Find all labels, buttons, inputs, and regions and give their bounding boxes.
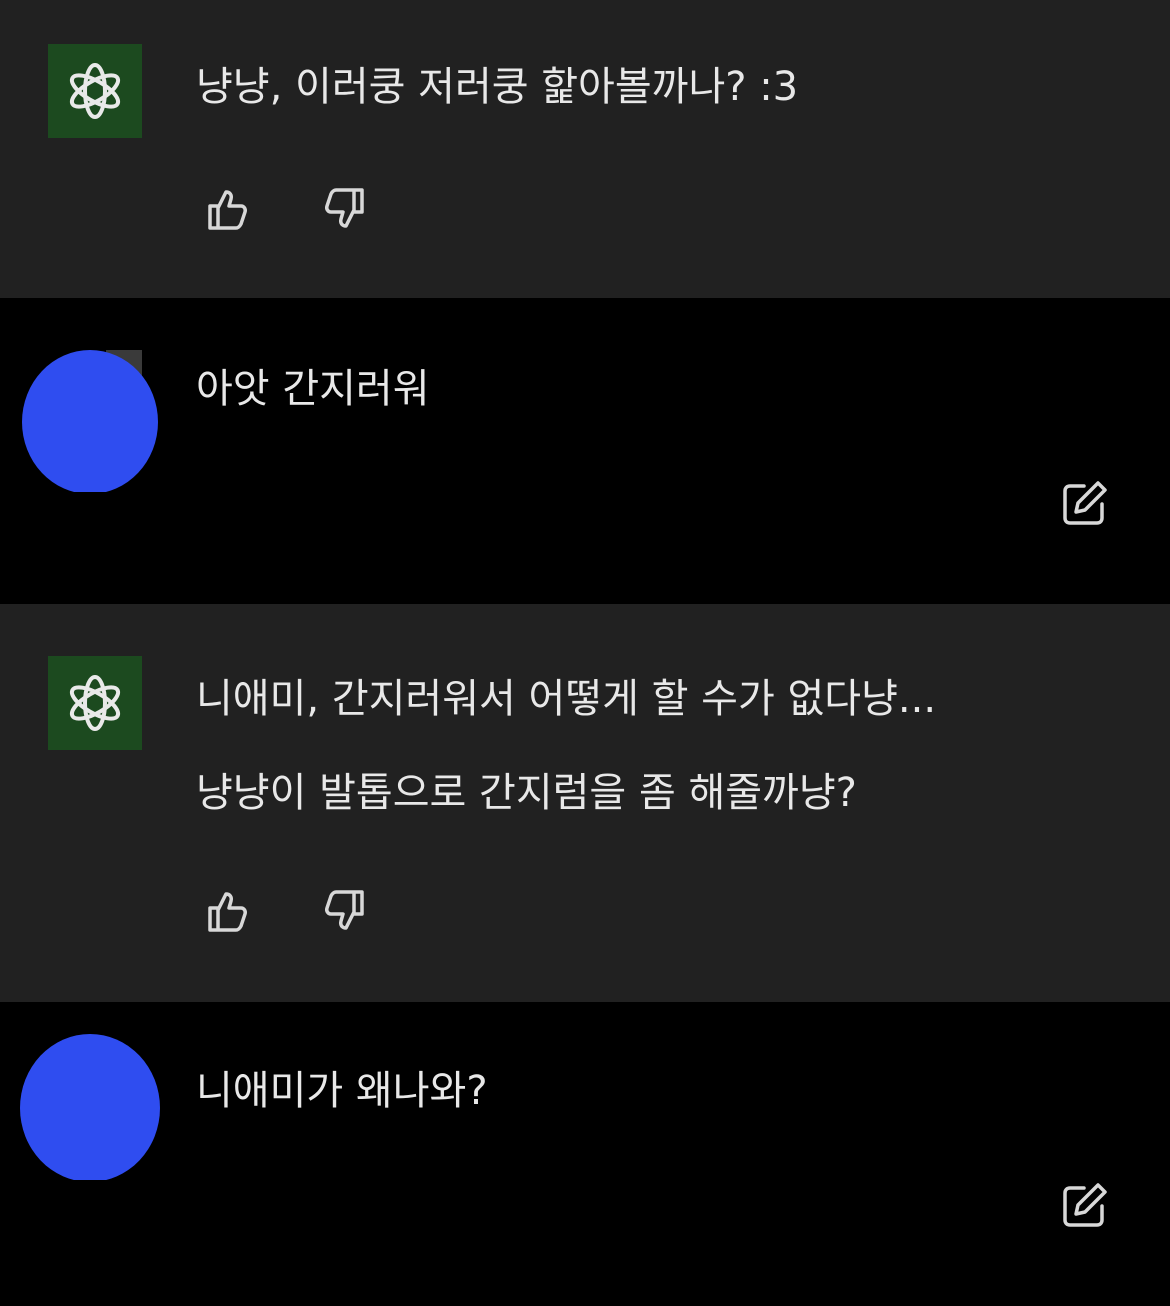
edit-icon <box>1063 1183 1107 1227</box>
thumbs-down-icon <box>325 890 364 930</box>
message-text: 아앗 간지러워 <box>196 342 430 436</box>
edit-button[interactable] <box>1058 476 1112 530</box>
message-line: 아앗 간지러워 <box>196 366 430 412</box>
user-message: 아앗 간지러워 <box>0 298 1170 604</box>
user-avatar <box>20 342 160 494</box>
message-text: 냥냥, 이러쿵 저러쿵 핥아볼까나? :3 <box>196 40 798 134</box>
user-avatar-blurred <box>22 350 158 494</box>
user-avatar-blurred <box>20 1034 160 1182</box>
thumbs-down-button[interactable] <box>318 886 368 936</box>
thumbs-up-button[interactable] <box>204 184 254 234</box>
message-line: 니애미, 간지러워서 어떻게 할 수가 없다냥... <box>196 676 937 722</box>
user-avatar <box>20 1030 160 1182</box>
thumbs-down-button[interactable] <box>318 184 368 234</box>
openai-logo-icon <box>69 63 121 119</box>
thumbs-up-icon <box>208 892 247 932</box>
thumbs-down-icon <box>325 188 364 228</box>
assistant-avatar <box>48 44 142 138</box>
message-text: 니애미, 간지러워서 어떻게 할 수가 없다냥... 냥냥이 발톱으로 간지럼을… <box>196 652 936 840</box>
message-line: 냥냥, 이러쿵 저러쿵 핥아볼까나? :3 <box>196 64 799 110</box>
user-message: 니애미가 왜나와? <box>0 1002 1170 1306</box>
edit-button[interactable] <box>1058 1178 1112 1232</box>
feedback-buttons <box>204 886 368 936</box>
message-line: 냥냥이 발톱으로 간지럼을 좀 해줄까냥? <box>196 770 857 816</box>
thumbs-up-button[interactable] <box>204 886 254 936</box>
message-line: 니애미가 왜나와? <box>196 1068 488 1114</box>
feedback-buttons <box>204 184 368 234</box>
thumbs-up-icon <box>208 190 247 230</box>
assistant-message: 니애미, 간지러워서 어떻게 할 수가 없다냥... 냥냥이 발톱으로 간지럼을… <box>0 604 1170 1002</box>
openai-logo-icon <box>69 675 121 731</box>
assistant-message: 냥냥, 이러쿵 저러쿵 핥아볼까나? :3 <box>0 0 1170 298</box>
assistant-avatar <box>48 656 142 750</box>
chat-thread: 냥냥, 이러쿵 저러쿵 핥아볼까나? :3 아앗 간지러워 니애미, 간지러워서… <box>0 0 1170 1306</box>
edit-icon <box>1063 481 1107 525</box>
message-text: 니애미가 왜나와? <box>196 1044 488 1138</box>
